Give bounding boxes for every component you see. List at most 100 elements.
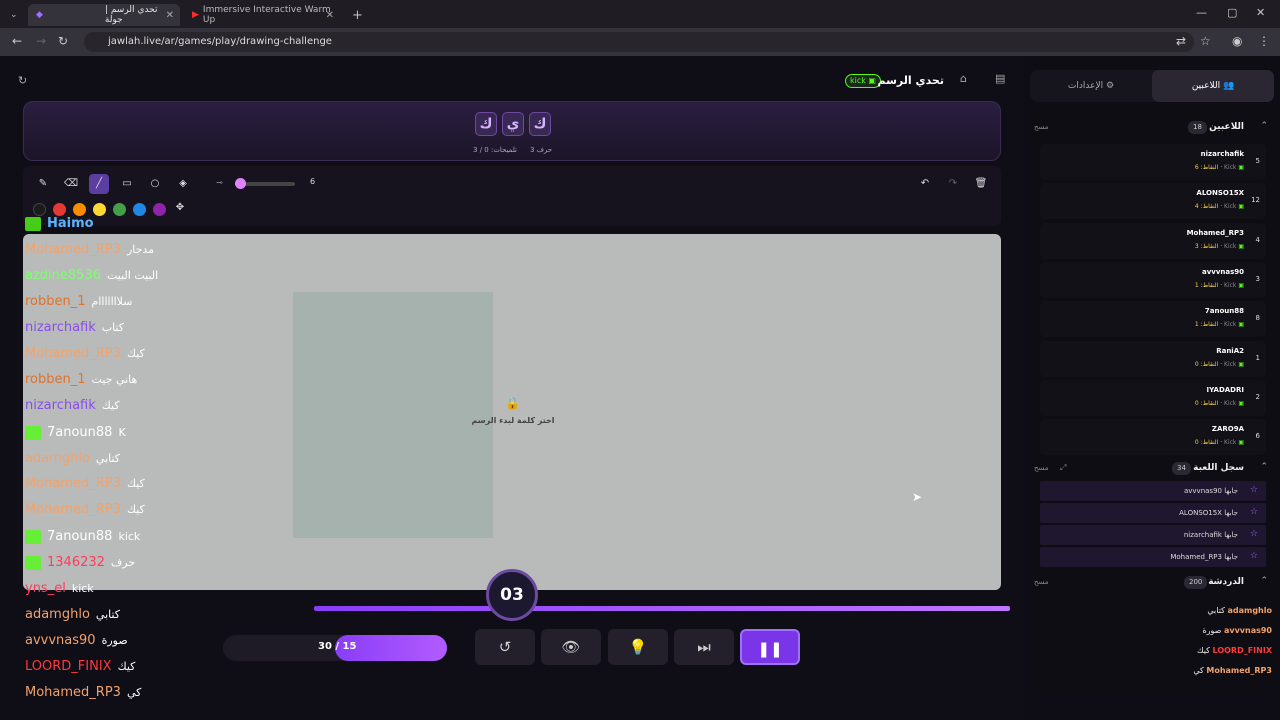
tab-drawing-challenge[interactable]: ◆ تحدي الرسم | جولة ✕ xyxy=(28,4,180,26)
chat-message: كي xyxy=(1193,666,1204,675)
color-swatch[interactable] xyxy=(53,203,66,216)
star-icon[interactable]: ☆ xyxy=(1250,529,1258,539)
color-swatch[interactable] xyxy=(113,203,126,216)
fill-tool-icon[interactable]: ◈ xyxy=(173,174,193,194)
color-swatch[interactable] xyxy=(33,203,46,216)
circle-tool-icon[interactable]: ○ xyxy=(145,174,165,194)
profile-icon[interactable]: ◉ xyxy=(1232,34,1242,48)
tab-youtube[interactable]: ▶ Immersive Interactive Warm Up ✕ xyxy=(184,4,340,26)
pen-tool-icon[interactable]: ✎ xyxy=(33,174,53,194)
player-card[interactable]: IYADADRI النقاط: 0 · Kick ▣ 2 xyxy=(1040,379,1266,416)
chat-line: صورة avvvnas90 xyxy=(1202,626,1272,635)
player-card[interactable]: ALONSO15X النقاط: 4 · Kick ▣ 12 xyxy=(1040,183,1266,220)
forward-icon[interactable]: → xyxy=(36,34,46,48)
chevron-up-icon[interactable]: ⌃ xyxy=(1260,121,1268,131)
clear-chat-button[interactable]: مسح xyxy=(1034,578,1049,586)
restart-button[interactable]: ↺ xyxy=(475,629,535,665)
player-card[interactable]: avvvnas90 النقاط: 1 · Kick ▣ 3 xyxy=(1040,261,1266,298)
player-rank: 1 xyxy=(1255,353,1260,362)
color-swatch[interactable] xyxy=(73,203,86,216)
hint-button[interactable]: 💡 xyxy=(608,629,668,665)
chat-overlay-line: adamghlo كتابي xyxy=(25,607,120,622)
chat-username: robben_1 xyxy=(25,294,86,309)
letter-slot: ك xyxy=(529,112,551,136)
back-icon[interactable]: ← xyxy=(12,34,22,48)
refresh-icon[interactable]: ↻ xyxy=(18,74,27,87)
translate-icon[interactable]: ⇄ xyxy=(1176,34,1186,48)
url-field[interactable]: jawlah.live/ar/games/play/drawing-challe… xyxy=(84,32,1194,52)
panel-tabs: اللاعبين 👥 الإعدادات ⚙ xyxy=(1030,70,1274,102)
tab-players[interactable]: اللاعبين 👥 xyxy=(1152,70,1274,102)
skip-button[interactable]: ⏭ xyxy=(674,629,734,665)
menu-icon[interactable]: ⋮ xyxy=(1258,34,1270,48)
clear-log-button[interactable]: مسح xyxy=(1034,464,1049,472)
chat-line: كيك LOORD_FINIX xyxy=(1197,646,1272,655)
line-tool-icon[interactable]: ╱ xyxy=(89,174,109,194)
home-icon[interactable]: ⌂ xyxy=(960,72,967,85)
star-icon[interactable]: ☆ xyxy=(1250,551,1258,561)
undo-icon[interactable]: ↶ xyxy=(915,174,935,194)
minimize-button[interactable]: — xyxy=(1196,6,1207,19)
drawing-canvas[interactable]: 🔒 اختر كلمة لبدء الرسم xyxy=(23,234,1001,590)
canvas-message: اختر كلمة لبدء الرسم xyxy=(471,416,555,425)
player-points: النقاط: 0 · Kick ▣ xyxy=(1194,439,1244,447)
player-card[interactable]: ZARO9A النقاط: 0 · Kick ▣ 6 xyxy=(1040,419,1266,456)
player-card[interactable]: nizarchafik النقاط: 6 · Kick ▣ 5 xyxy=(1040,144,1266,180)
kick-badge-icon xyxy=(25,425,41,440)
players-section-header[interactable]: مسح 18 اللاعبين ⌃ xyxy=(1030,119,1274,137)
close-tab-icon[interactable]: ✕ xyxy=(166,10,174,21)
new-tab-button[interactable]: + xyxy=(344,4,364,26)
pause-button[interactable]: ❚❚ xyxy=(740,629,800,665)
chat-overlay-line: Mohamed_RP3 كي xyxy=(25,685,141,700)
player-name: 7anoun88 xyxy=(1204,307,1244,316)
color-picker-icon[interactable]: ✥ xyxy=(170,198,190,218)
chat-section-header[interactable]: مسح 200 الدردشة ⌃ xyxy=(1030,574,1274,592)
eraser-tool-icon[interactable]: ⌫ xyxy=(61,174,81,194)
chat-section-title: الدردشة xyxy=(1208,577,1244,587)
close-window-button[interactable]: ✕ xyxy=(1256,6,1265,19)
chat-message: حرف xyxy=(110,556,136,569)
chat-message: كتاب xyxy=(101,321,125,334)
player-rank: 12 xyxy=(1251,196,1260,205)
brush-size-icon: ⊸ xyxy=(216,178,223,187)
tab-list-button[interactable]: ⌄ xyxy=(2,4,24,26)
color-swatch[interactable] xyxy=(153,203,166,216)
bookmark-star-icon[interactable]: ☆ xyxy=(1200,34,1211,48)
player-card[interactable]: 7anoun88 النقاط: 1 · Kick ▣ 8 xyxy=(1040,301,1266,338)
clear-players-button[interactable]: مسح xyxy=(1034,123,1049,131)
chat-overlay-line: avvvnas90 صورة xyxy=(25,633,128,648)
rectangle-tool-icon[interactable]: ▭ xyxy=(117,174,137,194)
maximize-button[interactable]: ▢ xyxy=(1227,6,1237,19)
players-count-badge: 18 xyxy=(1188,121,1207,134)
trash-icon[interactable]: 🗑 xyxy=(971,174,991,194)
chat-username: 7anoun88 xyxy=(47,425,113,440)
brush-size-value: 6 xyxy=(310,177,316,186)
timer-progress-bar xyxy=(314,606,1010,611)
tab-settings[interactable]: الإعدادات ⚙ xyxy=(1030,70,1152,102)
color-swatch[interactable] xyxy=(133,203,146,216)
reveal-button[interactable]: 👁 xyxy=(541,629,601,665)
chat-overlay-line: LOORD_FINIX كيك xyxy=(25,659,135,674)
chevron-up-icon[interactable]: ⌃ xyxy=(1260,576,1268,586)
expand-icon[interactable]: ⤢ xyxy=(1060,463,1066,473)
redo-icon[interactable]: ↷ xyxy=(943,174,963,194)
star-icon[interactable]: ☆ xyxy=(1250,485,1258,495)
brush-size-slider-handle[interactable] xyxy=(235,178,246,189)
kick-badge-icon xyxy=(25,529,41,544)
chat-message: كيك xyxy=(101,399,120,412)
reload-icon[interactable]: ↻ xyxy=(58,34,68,48)
chat-message: كي xyxy=(126,686,142,699)
player-card[interactable]: Mohamed_RP3 النقاط: 3 · Kick ▣ 4 xyxy=(1040,222,1266,259)
log-section-header[interactable]: مسح ⤢ 34 سجل اللعبة ⌃ xyxy=(1030,460,1274,478)
sidebar-toggle-icon[interactable]: ▤ xyxy=(995,72,1005,85)
chevron-up-icon[interactable]: ⌃ xyxy=(1260,462,1268,472)
log-section-title: سجل اللعبة xyxy=(1193,463,1244,473)
chat-username: Haimo xyxy=(47,216,94,231)
chat-message: هاني جيت xyxy=(91,373,138,386)
player-points: النقاط: 6 · Kick ▣ xyxy=(1194,164,1244,171)
player-card[interactable]: RaniA2 النقاط: 0 · Kick ▣ 1 xyxy=(1040,340,1266,377)
chat-overlay-line: yns_el kick xyxy=(25,581,94,596)
color-swatch[interactable] xyxy=(93,203,106,216)
star-icon[interactable]: ☆ xyxy=(1250,507,1258,517)
close-tab-icon[interactable]: ✕ xyxy=(326,10,334,21)
